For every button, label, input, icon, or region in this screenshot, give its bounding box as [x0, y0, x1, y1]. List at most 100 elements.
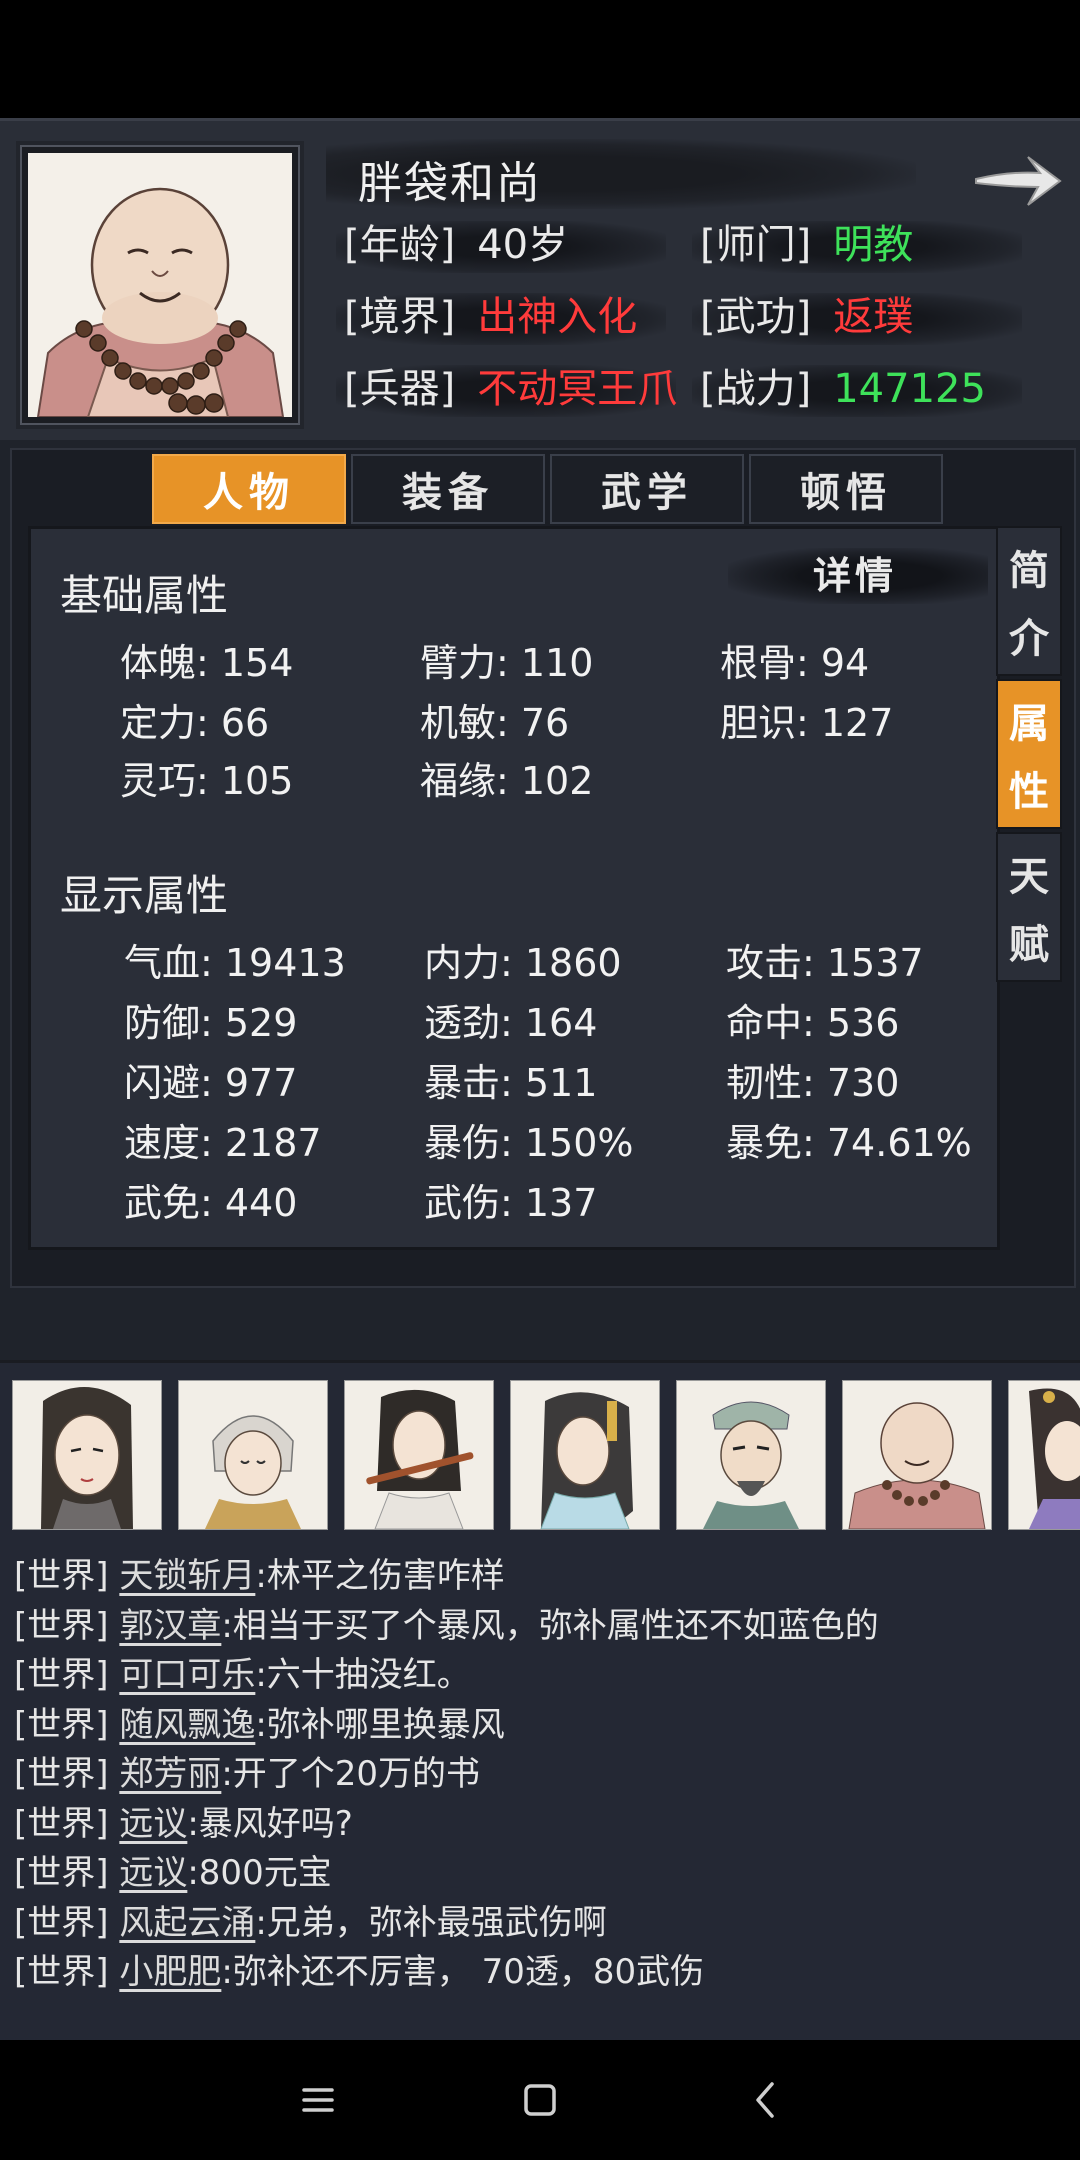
chat-channel: [世界]	[14, 1853, 109, 1893]
stat-dexterity: 灵巧: 105	[120, 759, 294, 803]
weapon-label: [兵器]	[344, 366, 456, 412]
chat-line: [世界] 远议:暴风好吗?	[14, 1800, 1064, 1850]
character-portrait-strip	[12, 1380, 1080, 1530]
chat-player-link[interactable]: 可口可乐	[119, 1655, 255, 1695]
martial-value: 返璞	[833, 294, 914, 340]
chat-log: [世界] 天锁斩月:林平之伤害咋样 [世界] 郭汉章:相当于买了个暴风，弥补属性…	[14, 1540, 1064, 1998]
side-tab-attributes-char1: 属	[1009, 700, 1049, 747]
martial-label: [武功]	[700, 294, 812, 340]
age-value: 40岁	[477, 222, 569, 268]
chat-message: :暴风好吗?	[187, 1803, 353, 1844]
info-realm: [境界] 出神入化	[336, 289, 674, 345]
power-value: 147125	[833, 366, 986, 412]
chat-channel: [世界]	[14, 1605, 109, 1646]
stat-composure: 定力: 66	[120, 701, 270, 745]
chat-player-link[interactable]: 天锁斩月	[119, 1556, 255, 1596]
chat-channel: [世界]	[14, 1803, 109, 1844]
chat-line: [世界] 郭汉章:相当于买了个暴风，弥补属性还不如蓝色的	[14, 1602, 1064, 1652]
chat-message: :六十抽没红。	[255, 1655, 471, 1695]
tab-martial-arts[interactable]: 武学	[550, 454, 744, 524]
character-name: 胖袋和尚	[358, 158, 542, 209]
team-portrait-2[interactable]	[178, 1380, 328, 1530]
age-label: [年龄]	[344, 222, 456, 268]
chat-player-link[interactable]: 郭汉章	[119, 1606, 221, 1646]
stat-speed: 速度: 2187	[124, 1121, 322, 1165]
stat-arm-strength: 臂力: 110	[420, 641, 594, 685]
home-icon[interactable]	[510, 2070, 570, 2130]
chat-channel: [世界]	[14, 1902, 109, 1943]
chat-channel: [世界]	[14, 1704, 109, 1745]
stat-hp: 气血: 19413	[124, 941, 346, 985]
elder-portrait-icon	[677, 1381, 825, 1529]
power-label: [战力]	[700, 366, 812, 412]
stat-defense: 防御: 529	[124, 1001, 298, 1045]
side-tab-intro-char1: 简	[1009, 547, 1049, 594]
status-bar-area	[0, 0, 1080, 118]
stat-internal-force: 内力: 1860	[424, 941, 622, 985]
side-tab-intro-char2: 介	[1009, 615, 1049, 662]
menu-icon[interactable]	[288, 2070, 348, 2130]
stat-physique: 体魄: 154	[120, 641, 294, 685]
side-tab-attributes[interactable]: 属 性	[996, 679, 1062, 829]
swordswoman-portrait-icon	[13, 1381, 161, 1529]
side-tab-talent-char1: 天	[1009, 853, 1049, 900]
info-weapon: [兵器] 不动冥王爪	[336, 361, 684, 417]
monk-small-portrait-icon	[843, 1381, 991, 1529]
basic-attributes-title: 基础属性	[60, 571, 229, 620]
weapon-value: 不动冥王爪	[477, 366, 678, 412]
chat-player-link[interactable]: 郑芳丽	[119, 1754, 221, 1794]
lady-portrait-icon	[1009, 1381, 1080, 1529]
realm-value: 出神入化	[477, 294, 638, 340]
side-tab-attributes-char2: 性	[1009, 768, 1049, 815]
tab-equipment[interactable]: 装备	[351, 454, 545, 524]
info-age: [年龄] 40岁	[336, 217, 674, 273]
display-attributes-title: 显示属性	[60, 871, 229, 920]
team-portrait-1[interactable]	[12, 1380, 162, 1530]
team-portrait-3[interactable]	[344, 1380, 494, 1530]
arrow-right-icon[interactable]	[970, 143, 1066, 215]
flute-player-portrait-icon	[345, 1381, 493, 1529]
tab-insight[interactable]: 顿悟	[749, 454, 943, 524]
back-icon[interactable]	[736, 2070, 796, 2130]
info-power: [战力] 147125	[692, 361, 1030, 417]
system-nav-bar	[0, 2040, 1080, 2160]
chat-line: [世界] 远议:800元宝	[14, 1849, 1064, 1899]
team-portrait-6[interactable]	[842, 1380, 992, 1530]
chat-channel: [世界]	[14, 1952, 109, 1992]
chat-channel: [世界]	[14, 1655, 109, 1695]
stat-bone: 根骨: 94	[720, 641, 870, 685]
chat-message: :兄弟，弥补最强武伤啊	[255, 1902, 607, 1943]
chat-line: [世界] 随风飘逸:弥补哪里换暴风	[14, 1701, 1064, 1751]
chat-player-link[interactable]: 小肥肥	[119, 1952, 221, 1992]
chat-player-link[interactable]: 风起云涌	[119, 1903, 255, 1943]
team-portrait-7[interactable]	[1008, 1380, 1080, 1530]
chat-line: [世界] 风起云涌:兄弟，弥补最强武伤啊	[14, 1899, 1064, 1949]
character-profile: 胖袋和尚 [年龄] 40岁 [师门] 明教 [境界] 出神入化 [武功] 返璞 [兵器]…	[0, 118, 1080, 443]
character-portrait[interactable]	[20, 145, 300, 425]
side-tab-talent-char2: 赋	[1009, 921, 1049, 968]
chat-message: :800元宝	[187, 1853, 332, 1893]
stat-crit-resist: 暴免: 74.61%	[726, 1121, 972, 1165]
sect-value: 明教	[833, 222, 914, 268]
tab-character[interactable]: 人物	[152, 454, 346, 524]
nun-portrait-icon	[179, 1381, 327, 1529]
chat-line: [世界] 郑芳丽:开了个20万的书	[14, 1750, 1064, 1800]
info-sect: [师门] 明教	[692, 217, 1030, 273]
side-tab-talent[interactable]: 天 赋	[996, 832, 1062, 982]
team-portrait-4[interactable]	[510, 1380, 660, 1530]
chat-message: :弥补还不厉害， 70透，80武伤	[221, 1952, 705, 1992]
stat-attack: 攻击: 1537	[726, 941, 924, 985]
sect-label: [师门]	[700, 222, 812, 268]
side-tab-bar: 简 介 属 性 天 赋	[996, 526, 1062, 985]
chat-line-partial	[14, 1540, 1064, 1552]
detail-button[interactable]: 详情	[790, 548, 920, 604]
info-martial: [武功] 返璞	[692, 289, 1030, 345]
chat-player-link[interactable]: 远议	[119, 1804, 187, 1844]
stat-agility: 机敏: 76	[420, 701, 570, 745]
stat-penetration: 透劲: 164	[424, 1001, 598, 1045]
team-portrait-5[interactable]	[676, 1380, 826, 1530]
chat-player-link[interactable]: 远议	[119, 1853, 187, 1893]
side-tab-intro[interactable]: 简 介	[996, 526, 1062, 676]
chat-player-link[interactable]: 随风飘逸	[119, 1705, 255, 1745]
chat-channel: [世界]	[14, 1754, 109, 1794]
